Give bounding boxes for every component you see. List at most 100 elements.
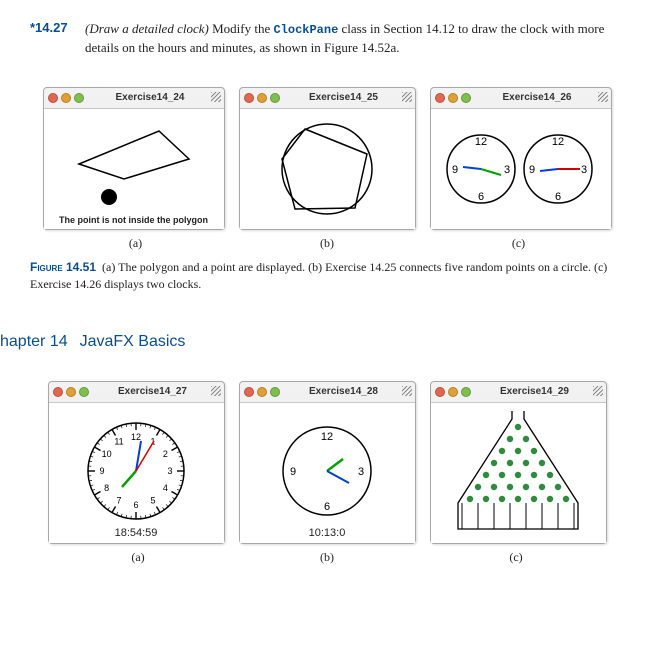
svg-text:8: 8	[104, 483, 109, 493]
titlebar: Exercise14_29	[431, 382, 606, 402]
resize-icon[interactable]	[598, 92, 608, 102]
close-icon[interactable]	[48, 93, 58, 103]
caption-a: (a)	[51, 550, 226, 565]
minimize-icon[interactable]	[448, 93, 458, 103]
figure-14-51-row: Exercise14_24 The point is not inside th…	[30, 87, 624, 230]
resize-icon[interactable]	[211, 386, 221, 396]
resize-icon[interactable]	[593, 386, 603, 396]
svg-text:3: 3	[581, 164, 587, 176]
pentagon-canvas	[257, 114, 397, 224]
window-ex14-24: Exercise14_24 The point is not inside th…	[43, 87, 225, 230]
svg-text:6: 6	[324, 501, 330, 513]
minimize-icon[interactable]	[257, 93, 267, 103]
svg-text:5: 5	[150, 495, 155, 505]
titlebar: Exercise14_28	[240, 382, 415, 402]
zoom-icon[interactable]	[79, 387, 89, 397]
window-ex14-25: Exercise14_25	[239, 87, 416, 230]
window-ex14-29: Exercise14_29	[430, 381, 607, 544]
svg-text:6: 6	[478, 191, 484, 203]
svg-text:12: 12	[552, 136, 564, 148]
svg-text:6: 6	[133, 500, 138, 510]
exercise-title-italic: (Draw a detailed clock)	[85, 21, 209, 36]
figure-14-52-captions: (a) (b) (c)	[30, 550, 624, 565]
close-icon[interactable]	[53, 387, 63, 397]
window-ex14-28: Exercise14_28 12 3 6 9 10:13:0	[239, 381, 416, 544]
figure-14-52-row: Exercise14_27 121234567891011 18:54:59	[30, 381, 624, 544]
svg-text:12: 12	[475, 136, 487, 148]
svg-text:3: 3	[167, 466, 172, 476]
minimize-icon[interactable]	[66, 387, 76, 397]
figure-14-51-captions: (a) (b) (c)	[30, 236, 624, 251]
window-title: Exercise14_24	[87, 92, 220, 103]
two-clocks-canvas: 12 3 6 9 12 3 6 9	[433, 114, 608, 224]
exercise-body: (Draw a detailed clock) Modify the Clock…	[85, 20, 624, 57]
caption-b: (b)	[240, 236, 415, 251]
svg-text:9: 9	[452, 164, 458, 176]
figure-label: Figure 14.51	[30, 260, 96, 274]
svg-text:4: 4	[163, 483, 168, 493]
zoom-icon[interactable]	[270, 387, 280, 397]
window-body: The point is not inside the polygon	[44, 108, 224, 229]
resize-icon[interactable]	[211, 92, 221, 102]
svg-text:11: 11	[114, 436, 123, 446]
close-icon[interactable]	[435, 387, 445, 397]
svg-text:3: 3	[504, 164, 510, 176]
window-title: Exercise14_27	[92, 386, 220, 397]
chapter-heading: hapter 14 JavaFX Basics	[0, 333, 624, 351]
polygon-canvas	[54, 119, 214, 219]
simple-clock-canvas: 12 3 6 9	[252, 413, 402, 533]
svg-text:3: 3	[358, 466, 364, 478]
zoom-icon[interactable]	[270, 93, 280, 103]
zoom-icon[interactable]	[461, 387, 471, 397]
caption-b: (b)	[240, 550, 415, 565]
close-icon[interactable]	[244, 387, 254, 397]
minimize-icon[interactable]	[61, 93, 71, 103]
window-body: 121234567891011 18:54:59	[49, 402, 224, 543]
zoom-icon[interactable]	[461, 93, 471, 103]
close-icon[interactable]	[244, 93, 254, 103]
window-title: Exercise14_28	[283, 386, 411, 397]
titlebar: Exercise14_25	[240, 88, 415, 108]
svg-text:9: 9	[290, 466, 296, 478]
exercise-number: *14.27	[30, 20, 85, 57]
svg-text:12: 12	[131, 432, 141, 442]
svg-text:6: 6	[555, 191, 561, 203]
titlebar: Exercise14_24	[44, 88, 224, 108]
window-body: 12 3 6 9 12 3 6 9	[431, 108, 611, 229]
caption-c: (c)	[429, 236, 609, 251]
chapter-title: JavaFX Basics	[80, 333, 186, 350]
resize-icon[interactable]	[402, 92, 412, 102]
window-body	[240, 108, 415, 229]
window-title: Exercise14_25	[283, 92, 411, 103]
svg-text:2: 2	[163, 449, 168, 459]
close-icon[interactable]	[435, 93, 445, 103]
detailed-clock-canvas: 121234567891011	[61, 413, 211, 533]
titlebar: Exercise14_27	[49, 382, 224, 402]
class-name: ClockPane	[273, 23, 338, 37]
titlebar: Exercise14_26	[431, 88, 611, 108]
svg-text:9: 9	[99, 466, 104, 476]
window-title: Exercise14_29	[474, 386, 602, 397]
caption-a: (a)	[46, 236, 226, 251]
svg-text:10: 10	[102, 449, 112, 459]
window-ex14-26: Exercise14_26 12 3 6 9 12 3	[430, 87, 612, 230]
window-title: Exercise14_26	[474, 92, 607, 103]
window-body	[431, 402, 606, 543]
zoom-icon[interactable]	[74, 93, 84, 103]
chapter-number: hapter 14	[0, 333, 68, 350]
svg-text:9: 9	[529, 164, 535, 176]
clock-time: 10:13:0	[240, 527, 415, 539]
caption-c: (c)	[429, 550, 604, 565]
svg-text:12: 12	[321, 431, 333, 443]
polygon-status: The point is not inside the polygon	[44, 215, 224, 225]
minimize-icon[interactable]	[448, 387, 458, 397]
svg-text:7: 7	[116, 495, 121, 505]
bean-machine-canvas	[438, 405, 598, 540]
clock-time: 18:54:59	[49, 527, 224, 539]
minimize-icon[interactable]	[257, 387, 267, 397]
window-ex14-27: Exercise14_27 121234567891011 18:54:59	[48, 381, 225, 544]
exercise-14-27: *14.27 (Draw a detailed clock) Modify th…	[30, 20, 624, 57]
window-body: 12 3 6 9 10:13:0	[240, 402, 415, 543]
resize-icon[interactable]	[402, 386, 412, 396]
figure-14-51-caption: Figure 14.51 (a) The polygon and a point…	[30, 259, 624, 293]
